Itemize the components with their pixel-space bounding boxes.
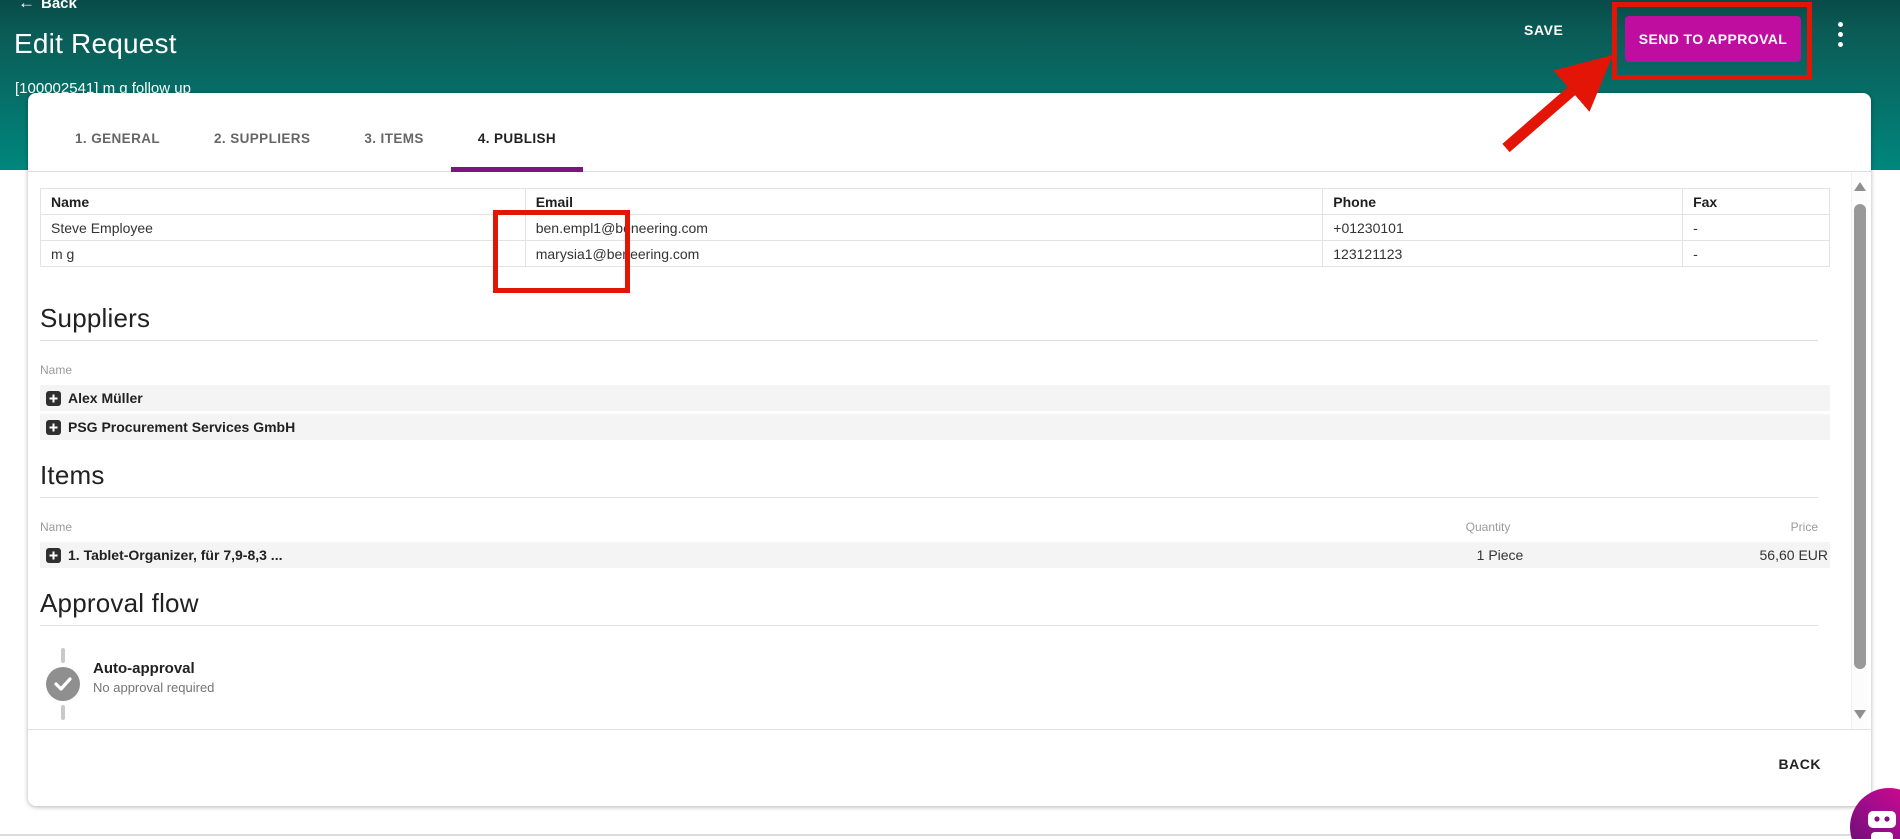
expand-plus-icon[interactable]	[46, 420, 61, 435]
contact-fax: -	[1683, 215, 1830, 241]
publish-tab-content: Name Email Phone Fax Steve Employee ben.…	[28, 172, 1871, 729]
tab-suppliers[interactable]: 2. SUPPLIERS	[187, 105, 337, 172]
suppliers-name-label: Name	[40, 363, 1818, 377]
expand-plus-icon[interactable]	[46, 391, 61, 406]
supplier-name: Alex Müller	[68, 390, 1830, 406]
contact-fax: -	[1683, 241, 1830, 267]
item-quantity: 1 Piece	[1370, 547, 1630, 563]
items-quantity-label: Quantity	[1358, 520, 1618, 534]
active-tab-indicator	[451, 167, 583, 172]
scroll-down-icon[interactable]	[1854, 710, 1866, 719]
supplier-name: PSG Procurement Services GmbH	[68, 419, 1830, 435]
contacts-col-phone: Phone	[1323, 189, 1683, 215]
timeline-line	[61, 648, 65, 663]
contact-row: Steve Employee ben.empl1@beneering.com +…	[41, 215, 1830, 241]
item-name: 1. Tablet-Organizer, für 7,9-8,3 ...	[68, 547, 1370, 563]
approval-flow-timeline: Auto-approval No approval required	[40, 648, 1818, 720]
contact-row: m g marysia1@beneering.com 123121123 -	[41, 241, 1830, 267]
scrollbar-thumb[interactable]	[1854, 204, 1866, 669]
item-price: 56,60 EUR	[1630, 547, 1830, 563]
approval-step: Auto-approval No approval required	[93, 648, 214, 720]
tab-items[interactable]: 3. ITEMS	[337, 105, 450, 172]
timeline-rail	[46, 648, 80, 720]
contact-phone: +01230101	[1323, 215, 1683, 241]
robot-icon	[1864, 809, 1900, 839]
back-label: Back	[41, 0, 77, 12]
kebab-menu-icon[interactable]	[1834, 22, 1846, 54]
item-row[interactable]: 1. Tablet-Organizer, für 7,9-8,3 ... 1 P…	[40, 542, 1830, 568]
contacts-col-name: Name	[41, 189, 526, 215]
tab-publish[interactable]: 4. PUBLISH	[451, 105, 583, 172]
supplier-row[interactable]: Alex Müller	[40, 385, 1830, 411]
vertical-scrollbar[interactable]	[1851, 172, 1867, 729]
send-to-approval-button[interactable]: SEND TO APPROVAL	[1625, 16, 1801, 62]
back-arrow-icon: ←	[18, 0, 35, 12]
items-column-labels: Name Quantity Price	[40, 520, 1818, 534]
suppliers-heading: Suppliers	[40, 303, 1818, 341]
card-footer: BACK	[28, 729, 1871, 806]
approval-check-icon	[46, 667, 80, 701]
back-button[interactable]: ← Back	[18, 0, 77, 13]
approval-flow-heading: Approval flow	[40, 588, 1818, 626]
contact-name: m g	[41, 241, 526, 267]
contact-name: Steve Employee	[41, 215, 526, 241]
contact-email: marysia1@beneering.com	[525, 241, 1323, 267]
contact-email: ben.empl1@beneering.com	[525, 215, 1323, 241]
edit-request-card: 1. GENERAL 2. SUPPLIERS 3. ITEMS 4. PUBL…	[28, 93, 1871, 806]
save-button[interactable]: SAVE	[1524, 22, 1564, 38]
items-name-label: Name	[40, 520, 1358, 534]
approval-step-subtitle: No approval required	[93, 680, 214, 695]
tab-general[interactable]: 1. GENERAL	[48, 105, 187, 172]
items-price-label: Price	[1618, 520, 1818, 534]
tab-bar: 1. GENERAL 2. SUPPLIERS 3. ITEMS 4. PUBL…	[28, 93, 1871, 172]
contacts-table: Name Email Phone Fax Steve Employee ben.…	[40, 188, 1830, 267]
contact-phone: 123121123	[1323, 241, 1683, 267]
approval-step-title: Auto-approval	[93, 660, 214, 677]
scroll-up-icon[interactable]	[1854, 182, 1866, 191]
contacts-header-row: Name Email Phone Fax	[41, 189, 1830, 215]
contacts-col-email: Email	[525, 189, 1323, 215]
items-heading: Items	[40, 460, 1818, 498]
contacts-col-fax: Fax	[1683, 189, 1830, 215]
footer-back-button[interactable]: BACK	[1779, 756, 1821, 772]
timeline-line	[61, 705, 65, 720]
expand-plus-icon[interactable]	[46, 548, 61, 563]
page-title: Edit Request	[14, 28, 177, 60]
suppliers-column-labels: Name	[40, 363, 1818, 377]
supplier-row[interactable]: PSG Procurement Services GmbH	[40, 414, 1830, 440]
page-bottom-divider	[0, 834, 1900, 836]
